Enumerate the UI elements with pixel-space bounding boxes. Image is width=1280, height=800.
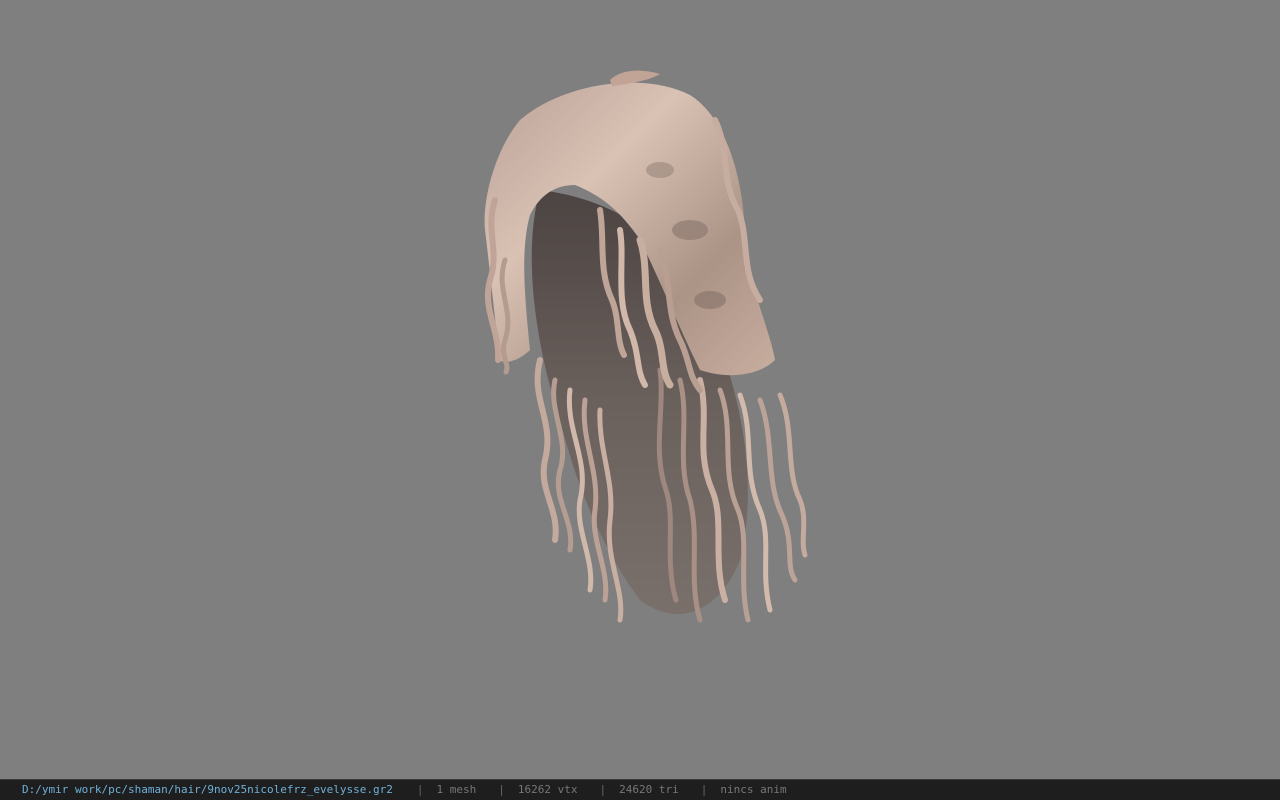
hair-shade-patch [646,162,674,178]
status-separator: | [416,783,424,796]
3d-viewport[interactable] [0,0,1280,779]
status-separator: | [498,783,505,796]
file-path: D:/ymir work/pc/shaman/hair/9nov25nicole… [22,783,393,796]
animation-status: nincs anim [720,783,787,796]
vertex-count: 16262 vtx [517,783,578,796]
hair-shade-patch [672,220,708,240]
triangle-count: 24620 tri [619,783,679,796]
status-bar: D:/ymir work/pc/shaman/hair/9nov25nicole… [0,779,1280,800]
hair-shade-patch [694,291,726,309]
hair-mesh-model[interactable] [0,0,1280,779]
status-separator: | [599,783,607,796]
mesh-count: 1 mesh [436,783,477,796]
model-viewer-window: D:/ymir work/pc/shaman/hair/9nov25nicole… [0,0,1280,800]
status-separator: | [700,783,708,796]
